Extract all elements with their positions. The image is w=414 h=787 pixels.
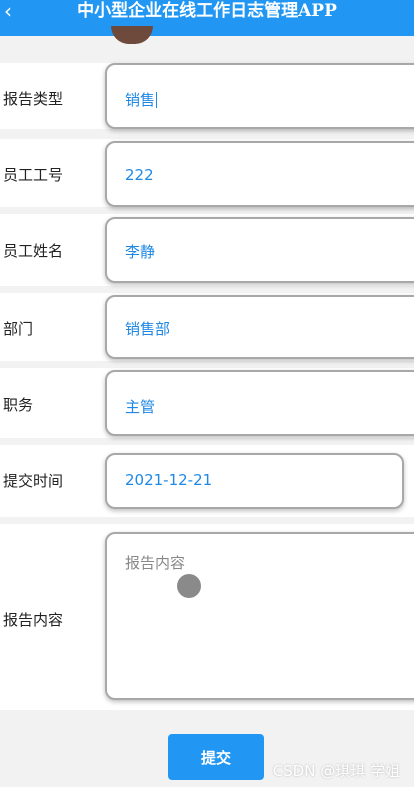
report-type-input[interactable]: 销售 bbox=[105, 63, 414, 129]
position-input[interactable]: 主管 bbox=[105, 370, 414, 436]
employee-id-value: 222 bbox=[125, 166, 154, 184]
form-row-department: 部门 销售部 bbox=[0, 293, 414, 361]
employee-name-label: 员工姓名 bbox=[3, 242, 64, 260]
page-title: 中小型企业在线工作日志管理APP bbox=[77, 1, 337, 21]
employee-id-label: 员工工号 bbox=[3, 166, 64, 184]
employee-name-input[interactable]: 李静 bbox=[105, 217, 414, 283]
submit-time-value: 2021-12-21 bbox=[125, 471, 213, 489]
report-type-value: 销售 bbox=[125, 91, 158, 109]
submit-time-label: 提交时间 bbox=[3, 472, 64, 490]
submit-time-input[interactable]: 2021-12-21 bbox=[105, 453, 404, 509]
form-row-position: 职务 主管 bbox=[0, 368, 414, 438]
submit-button[interactable]: 提交 bbox=[168, 734, 264, 780]
watermark-text: CSDN @琪琪 学姐 bbox=[272, 762, 400, 780]
position-value: 主管 bbox=[125, 398, 156, 416]
form-row-report-content: 报告内容 报告内容 bbox=[0, 524, 414, 710]
app-bar: ‹ 中小型企业在线工作日志管理APP bbox=[0, 0, 414, 36]
report-content-label: 报告内容 bbox=[3, 611, 64, 629]
form-row-submit-time: 提交时间 2021-12-21 bbox=[0, 445, 414, 517]
department-label: 部门 bbox=[3, 320, 34, 338]
position-label: 职务 bbox=[3, 396, 34, 414]
employee-name-value: 李静 bbox=[125, 243, 156, 261]
department-value: 销售部 bbox=[125, 320, 171, 338]
form-row-report-type: 报告类型 销售 bbox=[0, 63, 414, 129]
form-row-employee-id: 员工工号 222 bbox=[0, 139, 414, 207]
report-content-textarea[interactable]: 报告内容 bbox=[105, 532, 414, 700]
employee-id-input[interactable]: 222 bbox=[105, 141, 414, 207]
text-caret bbox=[156, 92, 158, 108]
department-input[interactable]: 销售部 bbox=[105, 295, 414, 359]
touch-indicator bbox=[177, 574, 201, 598]
form-row-employee-name: 员工姓名 李静 bbox=[0, 214, 414, 286]
avatar bbox=[111, 26, 153, 44]
report-content-placeholder: 报告内容 bbox=[125, 554, 186, 572]
report-type-label: 报告类型 bbox=[3, 90, 64, 108]
